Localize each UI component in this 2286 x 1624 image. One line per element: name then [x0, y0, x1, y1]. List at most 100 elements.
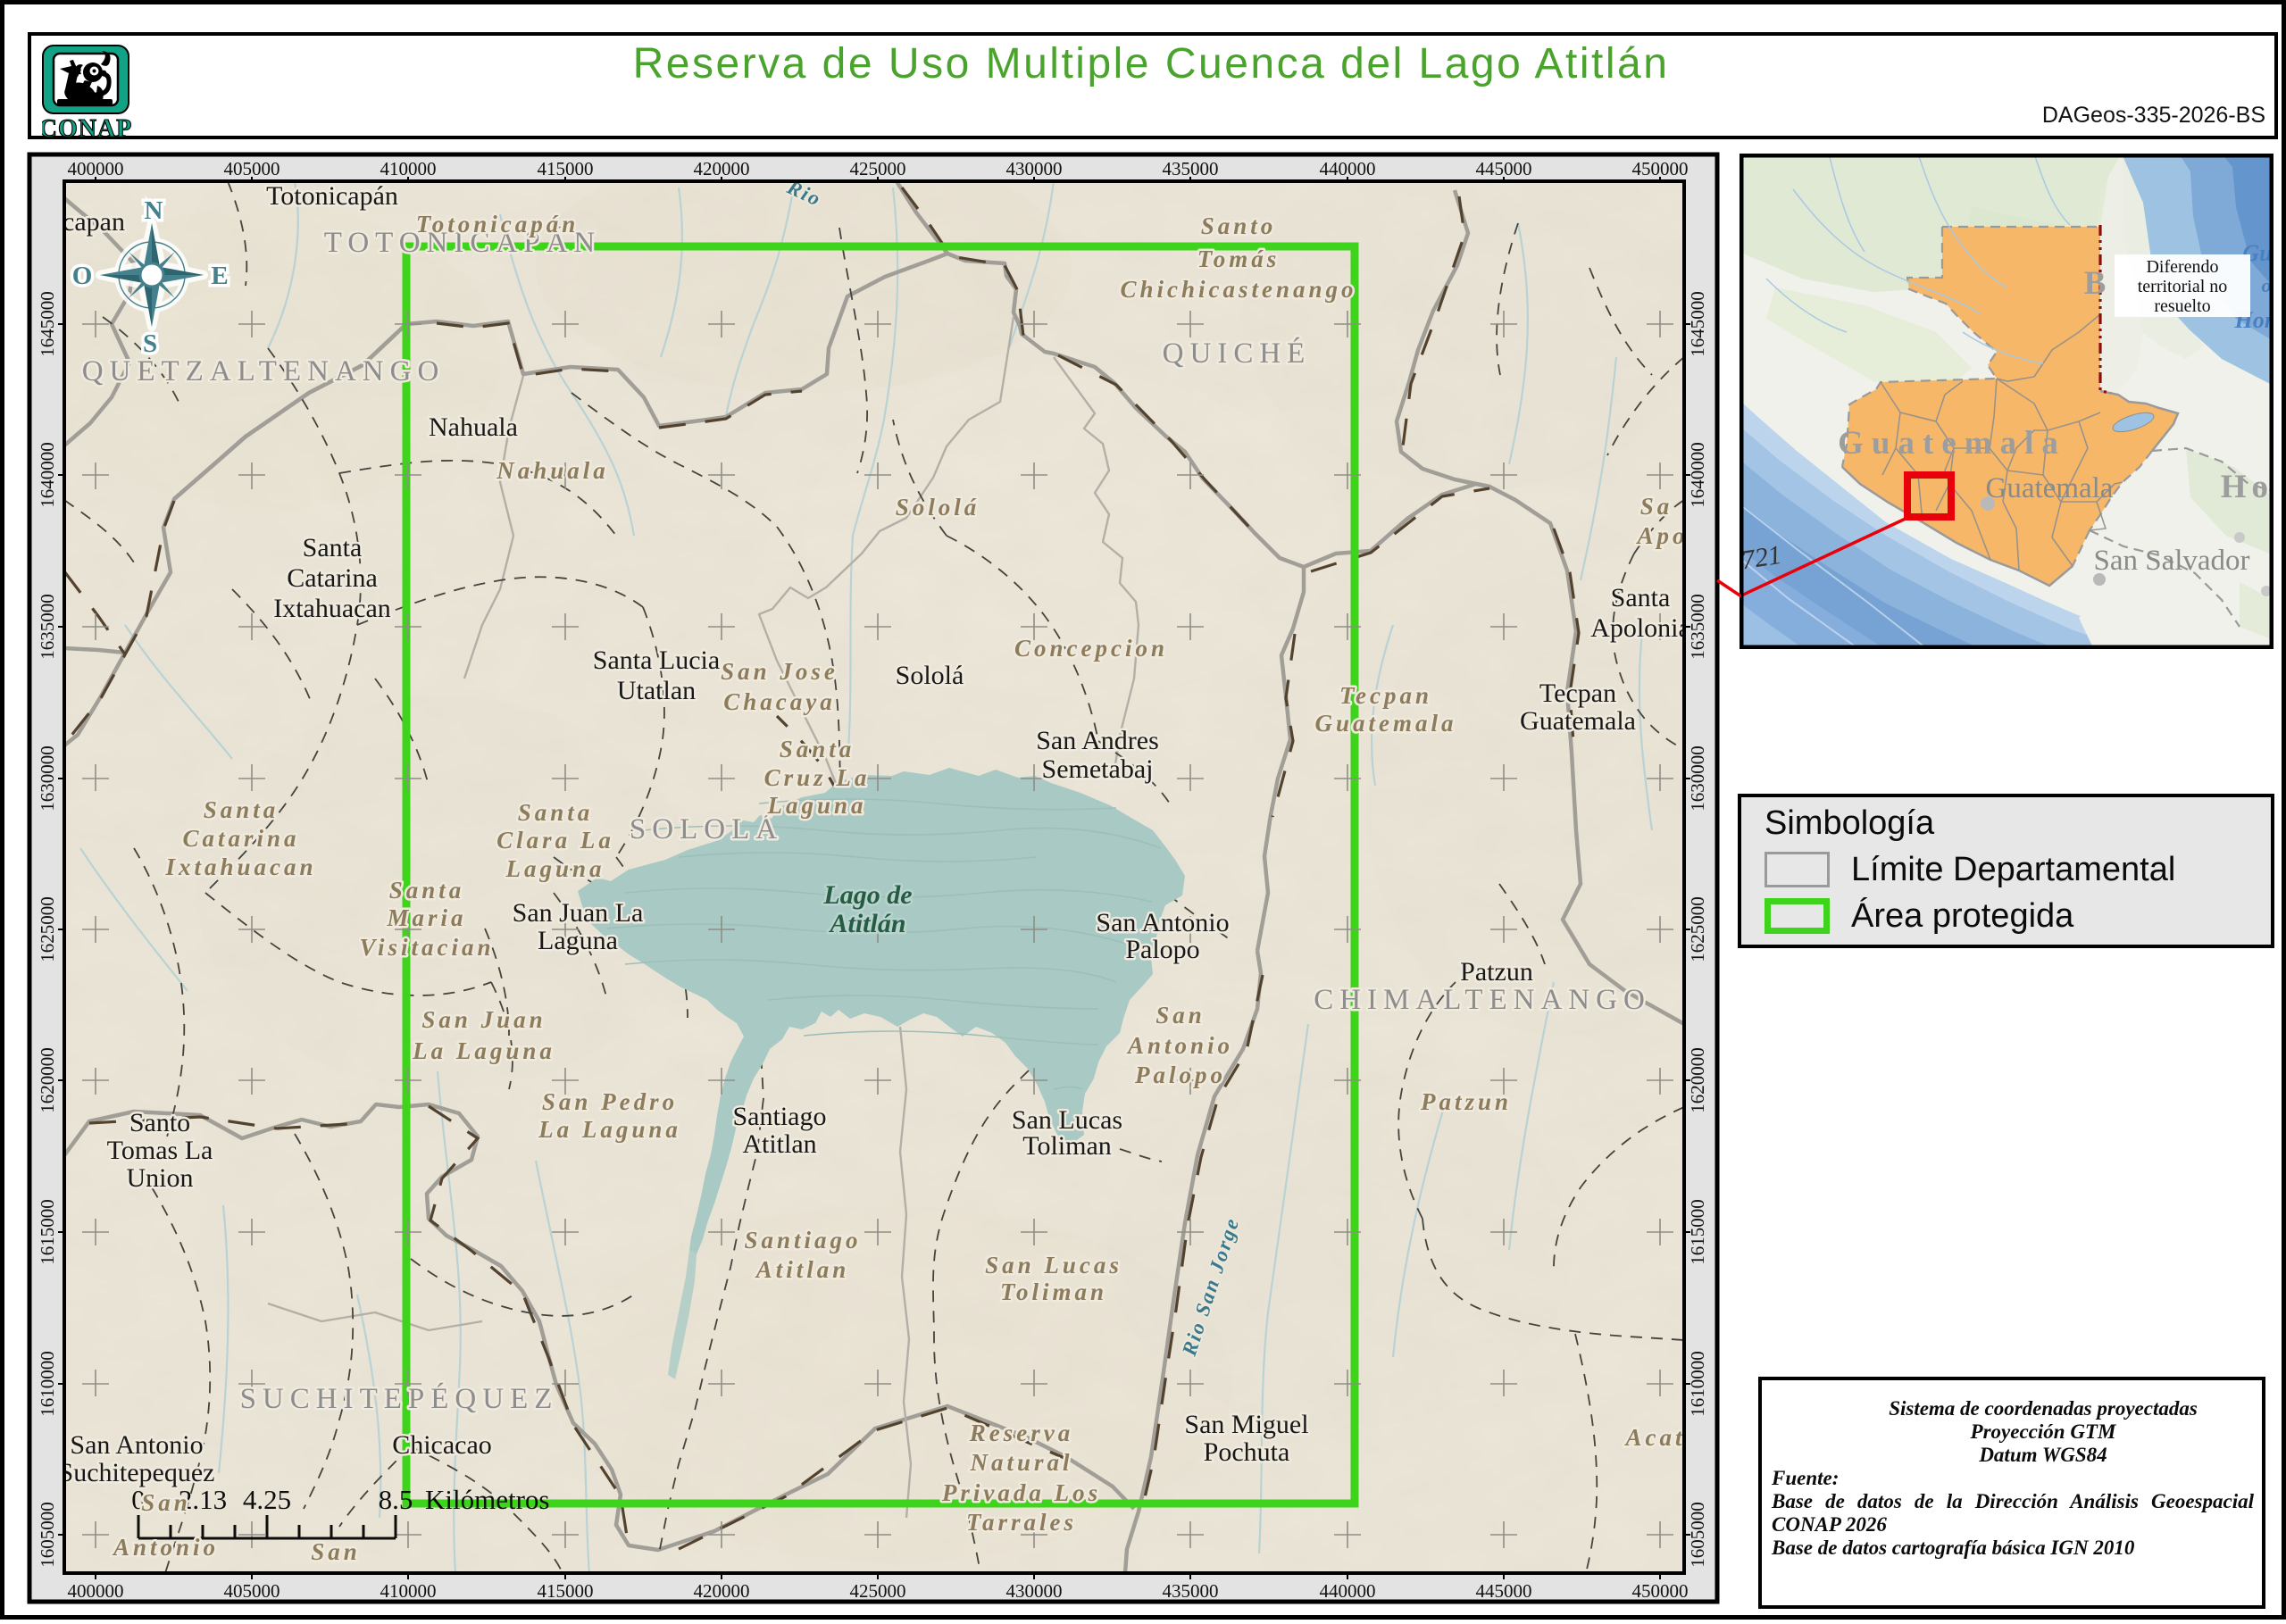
svg-text:1605000: 1605000 — [37, 1502, 58, 1568]
svg-text:400000: 400000 — [68, 1580, 124, 1602]
svg-text:445000: 445000 — [1476, 1580, 1532, 1602]
svg-text:Apolonia: Apolonia — [1590, 613, 1690, 643]
svg-text:415000: 415000 — [538, 1580, 594, 1602]
svg-text:Laguna: Laguna — [505, 855, 605, 882]
svg-text:Atitlan: Atitlan — [742, 1129, 816, 1159]
svg-text:Union: Union — [127, 1163, 194, 1193]
svg-text:La Laguna: La Laguna — [412, 1037, 555, 1064]
svg-text:Tarrales: Tarrales — [966, 1509, 1077, 1536]
svg-text:QUICHÉ: QUICHÉ — [1163, 337, 1312, 370]
svg-text:SUCHITEPÉQUEZ: SUCHITEPÉQUEZ — [240, 1382, 559, 1415]
svg-text:405000: 405000 — [224, 1580, 280, 1602]
svg-text:Utatlan: Utatlan — [617, 676, 696, 705]
svg-text:430000: 430000 — [1006, 1580, 1063, 1602]
svg-text:S: S — [143, 329, 157, 358]
svg-text:B: B — [2084, 265, 2107, 302]
svg-text:Ho: Ho — [2221, 469, 2273, 505]
svg-text:Palopo: Palopo — [1125, 935, 1199, 964]
svg-text:450000: 450000 — [1632, 158, 1689, 179]
svg-text:Santiago: Santiago — [733, 1102, 827, 1131]
svg-text:440000: 440000 — [1320, 1580, 1376, 1602]
svg-text:San Juan: San Juan — [421, 1006, 546, 1033]
svg-text:Santa: Santa — [204, 796, 279, 823]
svg-text:1640000: 1640000 — [37, 442, 58, 508]
svg-text:Patzun: Patzun — [1460, 957, 1533, 987]
svg-text:Chichicastenango: Chichicastenango — [1120, 276, 1356, 303]
svg-text:Nahuala: Nahuala — [496, 457, 609, 484]
svg-text:Apo: Apo — [1635, 522, 1688, 549]
svg-text:San Salvador: San Salvador — [2093, 545, 2249, 577]
svg-text:Santa: Santa — [389, 877, 465, 904]
svg-text:San Miguel: San Miguel — [1184, 1410, 1308, 1439]
svg-text:Natural: Natural — [969, 1449, 1072, 1476]
svg-text:San Pedro: San Pedro — [542, 1088, 678, 1115]
svg-text:Antonio: Antonio — [1126, 1032, 1233, 1059]
svg-text:QUETZALTENANGO: QUETZALTENANGO — [82, 355, 446, 387]
svg-text:Atitlán: Atitlán — [828, 909, 905, 938]
svg-text:Diferendo: Diferendo — [2146, 257, 2218, 277]
svg-text:Santa Lucia: Santa Lucia — [593, 645, 720, 675]
svg-text:721: 721 — [1740, 540, 1783, 576]
svg-text:420000: 420000 — [694, 158, 750, 179]
svg-text:Privada Los: Privada Los — [941, 1479, 1101, 1506]
svg-text:Nahuala: Nahuala — [429, 412, 518, 442]
svg-text:O: O — [72, 262, 93, 290]
svg-text:435000: 435000 — [1163, 158, 1219, 179]
svg-text:415000: 415000 — [538, 158, 594, 179]
svg-text:Santo: Santo — [1201, 212, 1277, 239]
svg-text:440000: 440000 — [1320, 158, 1376, 179]
svg-text:Guatemala: Guatemala — [1314, 710, 1456, 737]
svg-text:Santiago: Santiago — [744, 1227, 861, 1253]
svg-text:CHIMALTENANGO: CHIMALTENANGO — [1314, 984, 1651, 1016]
svg-text:Guatemala: Guatemala — [1838, 425, 2066, 462]
svg-text:SOLOLÁ: SOLOLÁ — [630, 812, 783, 845]
svg-text:Ixtahuacan: Ixtahuacan — [273, 594, 391, 623]
svg-text:Laguna: Laguna — [538, 926, 618, 955]
svg-text:San Antonio: San Antonio — [1096, 908, 1229, 937]
svg-text:445000: 445000 — [1476, 158, 1532, 179]
svg-text:1625000: 1625000 — [37, 896, 58, 962]
svg-text:Semetabaj: Semetabaj — [1042, 754, 1154, 784]
svg-text:Maria: Maria — [386, 904, 466, 931]
svg-text:Tecpan: Tecpan — [1339, 682, 1432, 709]
svg-text:N: N — [145, 196, 163, 225]
svg-text:Santa: Santa — [1611, 583, 1671, 612]
svg-text:1630000: 1630000 — [37, 745, 58, 812]
svg-text:1645000: 1645000 — [37, 291, 58, 357]
svg-text:1615000: 1615000 — [37, 1199, 58, 1265]
svg-text:Kilómetros: Kilómetros — [425, 1484, 550, 1515]
svg-text:Reserva: Reserva — [969, 1420, 1073, 1446]
svg-text:Toliman: Toliman — [1022, 1131, 1112, 1161]
svg-text:400000: 400000 — [68, 158, 124, 179]
svg-text:Laguna: Laguna — [766, 792, 866, 819]
svg-text:Catarina: Catarina — [182, 825, 299, 852]
svg-text:425000: 425000 — [850, 1580, 906, 1602]
svg-text:Santa: Santa — [780, 736, 855, 762]
svg-text:Santa: Santa — [303, 533, 363, 562]
svg-text:430000: 430000 — [1006, 158, 1063, 179]
svg-text:Concepcion: Concepcion — [1014, 635, 1168, 662]
svg-text:Catarina: Catarina — [287, 563, 378, 593]
svg-text:Clara La: Clara La — [496, 827, 614, 854]
svg-text:Santa: Santa — [518, 799, 594, 826]
svg-text:San Juan La: San Juan La — [513, 898, 644, 928]
svg-text:Suchitepequez: Suchitepequez — [59, 1458, 215, 1487]
svg-text:Guatemala: Guatemala — [1520, 706, 1636, 736]
svg-text:San: San — [1156, 1002, 1206, 1029]
svg-text:territorial no: territorial no — [2138, 277, 2228, 296]
svg-text:4.25: 4.25 — [243, 1484, 291, 1515]
svg-text:Ixtahuacan: Ixtahuacan — [164, 854, 316, 880]
svg-text:Lago de: Lago de — [822, 880, 912, 910]
svg-text:capan: capan — [63, 207, 125, 237]
svg-text:1620000: 1620000 — [37, 1047, 58, 1113]
svg-text:San Lucas: San Lucas — [985, 1252, 1122, 1278]
svg-text:410000: 410000 — [380, 158, 437, 179]
svg-text:Atitlan: Atitlan — [755, 1256, 850, 1283]
svg-text:1610000: 1610000 — [37, 1351, 58, 1417]
svg-text:Pochuta: Pochuta — [1204, 1437, 1290, 1467]
svg-text:resuelto: resuelto — [2154, 296, 2210, 316]
svg-text:450000: 450000 — [1632, 1580, 1689, 1602]
svg-text:Antonio: Antonio — [112, 1534, 219, 1561]
svg-text:Totonicapán: Totonicapán — [266, 181, 398, 211]
svg-text:Guatemala: Guatemala — [1986, 472, 2114, 504]
